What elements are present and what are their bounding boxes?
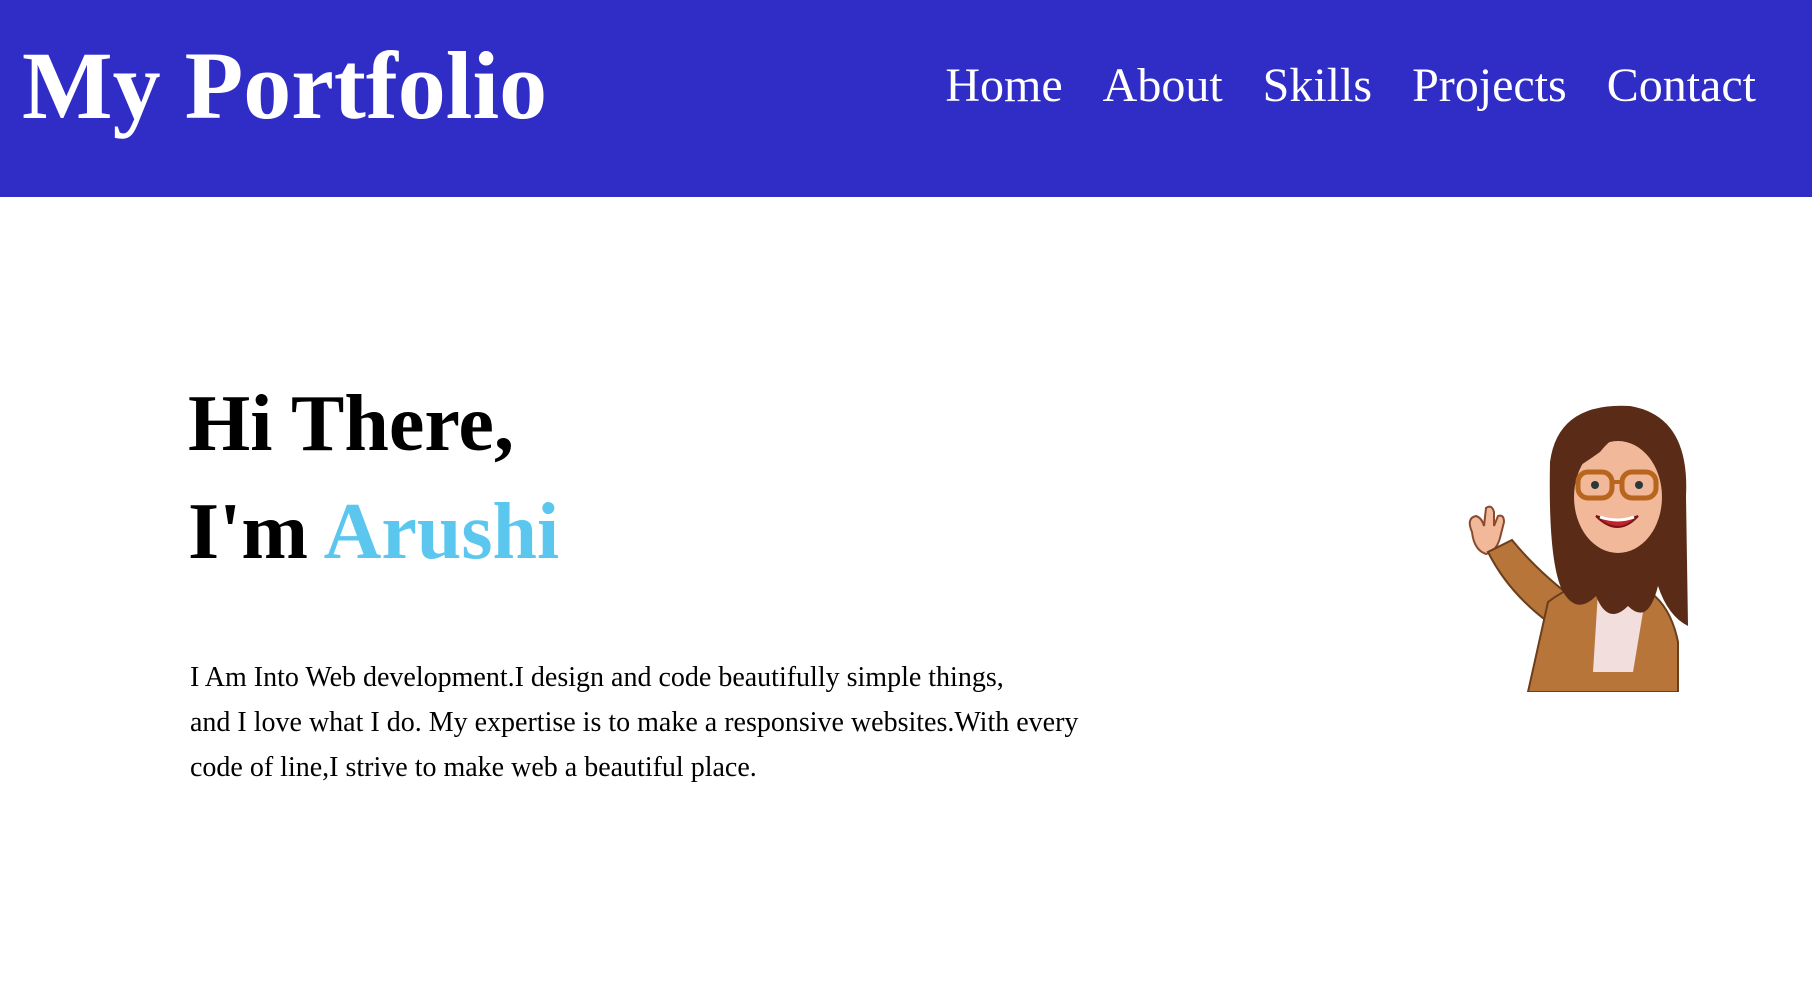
hero-description-line: code of line,I strive to make web a beau… (190, 752, 757, 783)
nav-link-about[interactable]: About (1103, 62, 1223, 110)
nav-link-projects[interactable]: Projects (1412, 62, 1567, 110)
hero-greeting: Hi There, (188, 380, 514, 468)
navbar: My Portfolio Home About Skills Projects … (0, 0, 1812, 197)
brand-title[interactable]: My Portfolio (22, 38, 547, 134)
waving-avatar-icon (1458, 392, 1688, 693)
nav-links: Home About Skills Projects Contact (945, 62, 1756, 110)
hero-intro-prefix: I'm (188, 488, 308, 576)
hero-name: Arushi (323, 488, 560, 576)
hero-description-line: I Am Into Web development.I design and c… (190, 662, 1004, 693)
hero-description-line: and I love what I do. My expertise is to… (190, 707, 1079, 738)
nav-link-skills[interactable]: Skills (1263, 62, 1372, 110)
nav-link-contact[interactable]: Contact (1607, 62, 1756, 110)
hero-description: I Am Into Web development.I design and c… (190, 655, 1170, 790)
nav-link-home[interactable]: Home (945, 62, 1062, 110)
hero-heading: Hi There, I'm Arushi (188, 370, 559, 586)
